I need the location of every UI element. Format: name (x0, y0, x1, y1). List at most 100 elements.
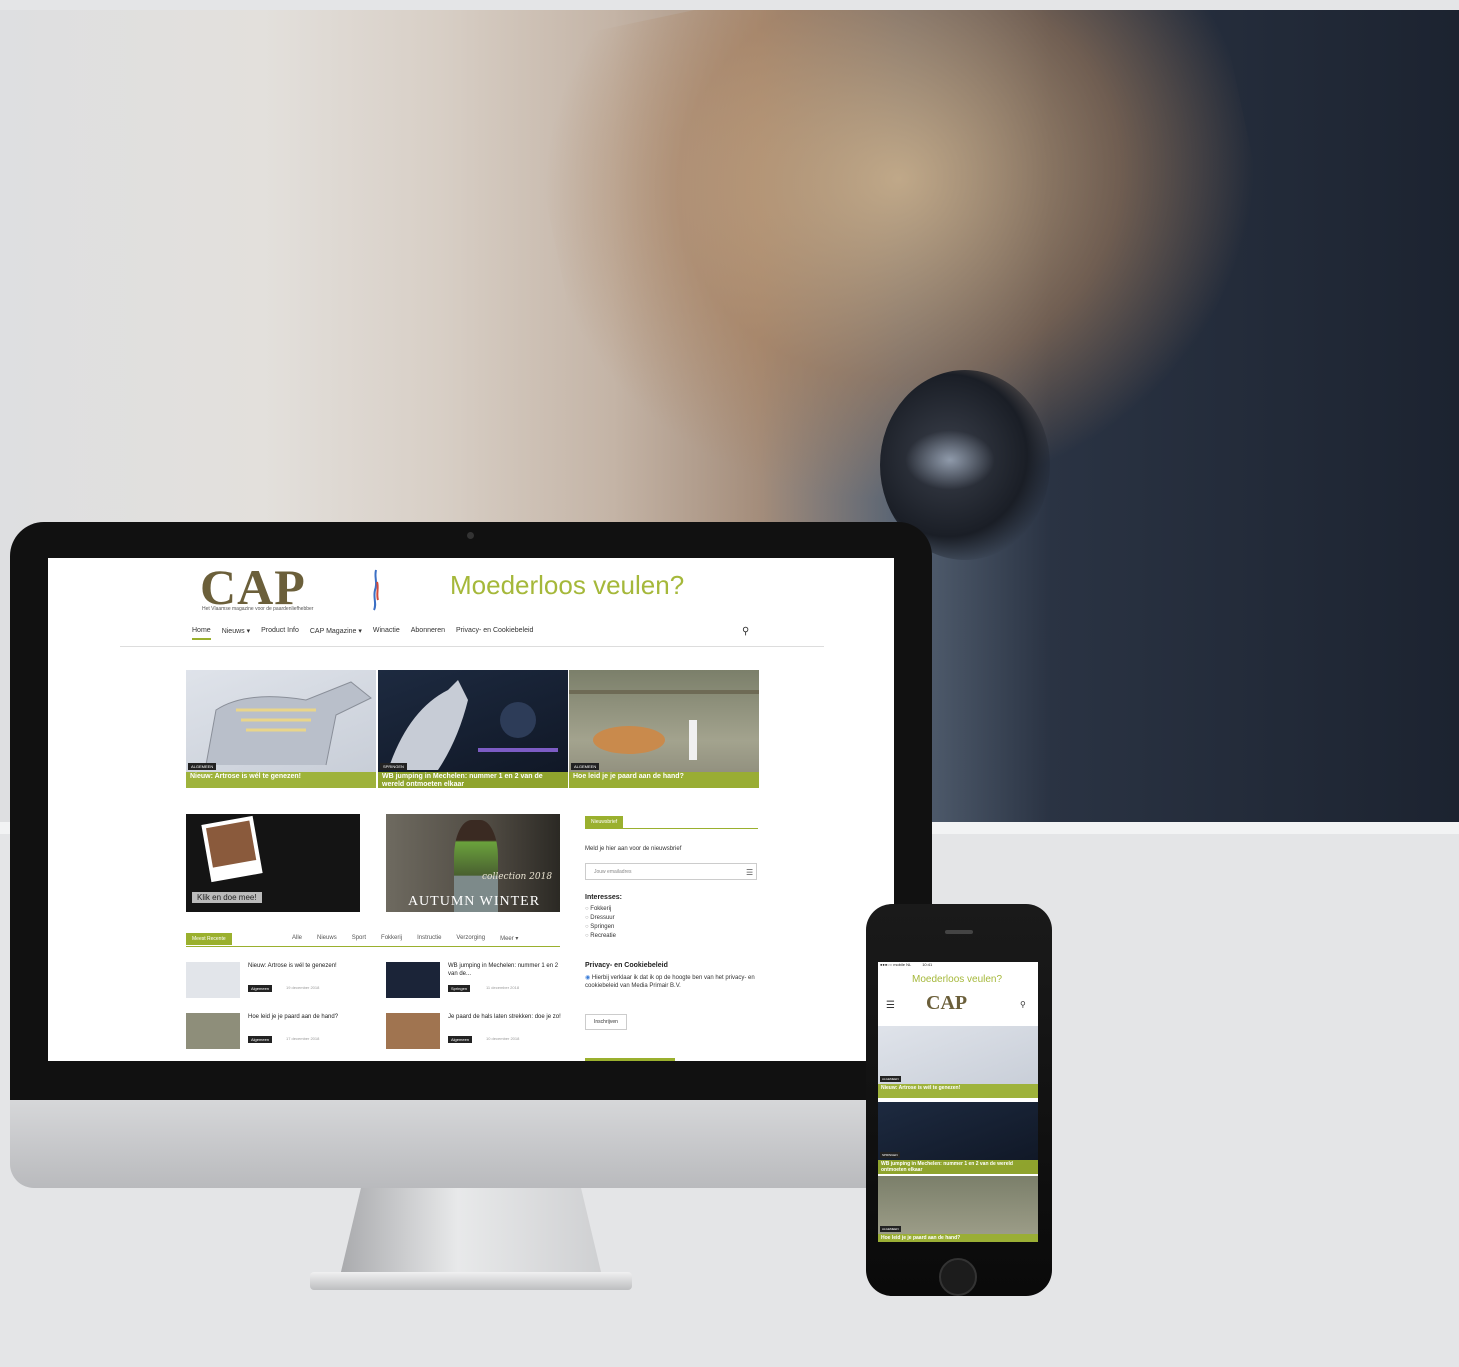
list-item[interactable]: Nieuw: Artrose is wél te genezen! Algeme… (186, 962, 371, 1000)
tile-category: ALGEMEEN (880, 1076, 901, 1082)
interests-title: Interesses: (585, 894, 622, 901)
horse-handler-image (569, 690, 759, 760)
tile-title[interactable]: Hoe leid je je paard aan de hand? (878, 1234, 1038, 1242)
nav-item-nieuws[interactable]: Nieuws ▾ (222, 624, 250, 640)
article-thumbnail[interactable] (186, 962, 240, 998)
phone-speaker (945, 930, 973, 934)
headline-banner[interactable]: Moederloos veulen? (450, 570, 684, 601)
article-tag[interactable]: Springen (448, 985, 471, 992)
phone-headline[interactable]: Moederloos veulen? (912, 974, 1002, 985)
nav-item-privacy[interactable]: Privacy- en Cookiebeleid (456, 624, 533, 640)
contest-button[interactable]: Klik en doe mee! (192, 892, 262, 903)
phone-status-bar: ●●●○○ mobile NL 10:41 (880, 962, 932, 967)
nav-divider (120, 646, 824, 647)
phone-tile[interactable]: SPRINGEN WB jumping in Mechelen: nummer … (878, 1102, 1038, 1174)
tab-nieuws[interactable]: Nieuws (317, 935, 337, 942)
list-item[interactable]: Hoe leid je je paard aan de hand? Algeme… (186, 1013, 371, 1051)
tile-title[interactable]: WB jumping in Mechelen: nummer 1 en 2 va… (878, 1160, 1038, 1174)
newsletter-tab: Nieuwsbrief (585, 816, 624, 828)
tab-verzorging[interactable]: Verzorging (456, 935, 485, 942)
tabs-divider (186, 946, 560, 947)
contest-banner[interactable]: Klik en doe mee! (186, 814, 360, 912)
article-date: 11 december 2018 (486, 985, 520, 990)
tile-title[interactable]: Nieuw: Artrose is wél te genezen! (878, 1084, 1038, 1098)
recent-tab[interactable]: Meest Recente (186, 933, 232, 945)
interest-option[interactable]: Fokkerij (585, 905, 616, 914)
article-tag[interactable]: Algemeen (248, 1036, 273, 1043)
featured-tile[interactable]: SPRINGEN WB jumping in Mechelen: nummer … (378, 670, 568, 788)
search-icon[interactable]: ⚲ (1020, 1000, 1026, 1009)
nav-item-winactie[interactable]: Winactie (373, 624, 400, 640)
monitor-camera (467, 532, 474, 539)
tab-meer[interactable]: Meer ▾ (500, 935, 518, 942)
banner-collection-text: collection 2018 (482, 872, 553, 882)
search-icon[interactable]: ⚲ (742, 626, 749, 637)
list-item[interactable]: WB jumping in Mechelen: nummer 1 en 2 va… (386, 962, 571, 1000)
polaroid-photo (201, 815, 263, 883)
article-tag[interactable]: Algemeen (448, 1036, 473, 1043)
subscribe-button[interactable]: Inschrijven (585, 1014, 627, 1030)
monitor-base (310, 1272, 632, 1290)
interest-option[interactable]: Dressuur (585, 914, 616, 923)
tab-alle[interactable]: Alle (292, 935, 302, 942)
article-thumbnail[interactable] (386, 1013, 440, 1049)
tile-category: ALGEMEEN (188, 763, 217, 770)
tile-category: ALGEMEEN (880, 1226, 901, 1232)
tab-instructie[interactable]: Instructie (417, 935, 441, 942)
article-date: 10 december 2018 (486, 1036, 520, 1041)
tile-title[interactable]: WB jumping in Mechelen: nummer 1 en 2 va… (378, 772, 568, 788)
main-nav: Home Nieuws ▾ Product Info CAP Magazine … (192, 624, 533, 640)
checkbox-icon[interactable]: ◉ (585, 975, 590, 981)
interest-option[interactable]: Recreatie (585, 932, 616, 941)
rider-figure-icon (373, 569, 379, 611)
nav-item-abonneren[interactable]: Abonneren (411, 624, 445, 640)
phone-home-button[interactable] (939, 1258, 977, 1296)
email-input[interactable]: Jouw emailadres (585, 863, 757, 880)
article-title[interactable]: Je paard de hals laten strekken: doe je … (448, 1013, 568, 1021)
tile-category: SPRINGEN (380, 763, 407, 770)
article-title[interactable]: Hoe leid je je paard aan de hand? (248, 1013, 368, 1021)
article-thumbnail[interactable] (186, 1013, 240, 1049)
interest-option[interactable]: Springen (585, 923, 616, 932)
article-thumbnail[interactable] (386, 962, 440, 998)
newsletter-divider (585, 828, 758, 829)
monitor-stand (340, 1188, 602, 1276)
tile-category: ALGEMEEN (571, 763, 600, 770)
phone-tile[interactable]: ALGEMEEN Hoe leid je je paard aan de han… (878, 1176, 1038, 1242)
tile-title[interactable]: Hoe leid je je paard aan de hand? (569, 772, 759, 788)
article-tag[interactable]: Algemeen (248, 985, 273, 992)
horse-skeleton-image (205, 681, 372, 766)
featured-tile[interactable]: ALGEMEEN Nieuw: Artrose is wél te geneze… (186, 670, 376, 788)
phone-logo[interactable]: CAP (926, 992, 967, 1015)
list-item[interactable]: Je paard de hals laten strekken: doe je … (386, 1013, 571, 1051)
site-tagline: Het Vlaamse magazine voor de paardenlief… (202, 606, 314, 612)
nav-item-home[interactable]: Home (192, 624, 211, 640)
site-logo[interactable]: CAP (200, 562, 306, 612)
tab-fokkerij[interactable]: Fokkerij (381, 935, 402, 942)
monitor-chin (10, 1100, 932, 1188)
privacy-consent-text: Hierbij verklaar ik dat ik op de hoogte … (585, 975, 755, 989)
article-date: 17 december 2018 (286, 1036, 320, 1041)
nav-item-product-info[interactable]: Product Info (261, 624, 299, 640)
interests-list: Fokkerij Dressuur Springen Recreatie (585, 905, 616, 941)
email-icon: ☰ (746, 868, 754, 877)
nav-item-cap-magazine[interactable]: CAP Magazine ▾ (310, 624, 362, 640)
article-title[interactable]: Nieuw: Artrose is wél te genezen! (248, 962, 368, 970)
category-filter-tabs: Alle Nieuws Sport Fokkerij Instructie Ve… (292, 935, 518, 942)
article-title[interactable]: WB jumping in Mechelen: nummer 1 en 2 va… (448, 962, 568, 978)
phone-screen: ●●●○○ mobile NL 10:41 Moederloos veulen?… (878, 962, 1038, 1242)
fashion-banner[interactable]: collection 2018 AUTUMN WINTER (386, 814, 560, 912)
status-carrier: ●●●○○ mobile NL (880, 962, 912, 967)
tile-title[interactable]: Nieuw: Artrose is wél te genezen! (186, 772, 376, 788)
horse-eye-highlight (905, 430, 995, 490)
status-time: 10:41 (922, 962, 933, 967)
menu-icon[interactable]: ☰ (886, 1000, 895, 1011)
article-date: 19 december 2018 (286, 985, 320, 990)
sidebar-next-section (585, 1058, 675, 1061)
horse-head-image (388, 680, 558, 770)
featured-tile[interactable]: ALGEMEEN Hoe leid je je paard aan de han… (569, 670, 759, 788)
phone-tile[interactable]: ALGEMEEN Nieuw: Artrose is wél te geneze… (878, 1026, 1038, 1098)
banner-season-text: AUTUMN WINTER (407, 894, 541, 909)
tab-sport[interactable]: Sport (352, 935, 366, 942)
privacy-consent[interactable]: ◉ Hierbij verklaar ik dat ik op de hoogt… (585, 974, 761, 990)
